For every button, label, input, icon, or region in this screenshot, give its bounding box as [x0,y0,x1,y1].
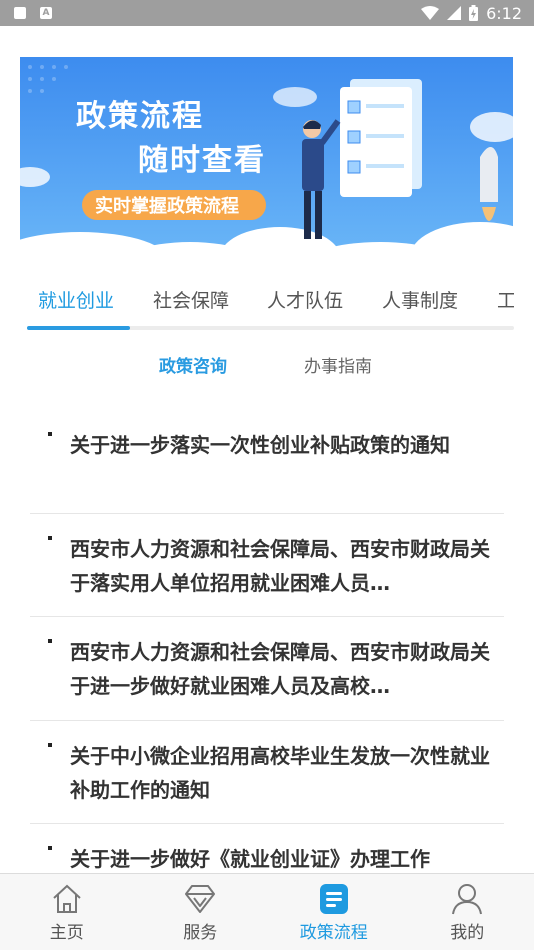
subtab-policy-consult[interactable]: 政策咨询 [159,352,227,377]
tab-social-security[interactable]: 社会保障 [153,286,229,313]
bullet-icon [48,535,52,540]
list-item-title: 关于进一步做好《就业创业证》办理工作 [70,847,430,871]
bullet-icon [48,846,52,850]
subtab-service-guide[interactable]: 办事指南 [304,352,372,377]
list-item-title: 关于中小微企业招用高校毕业生发放一次性就业补助工作的通知 [70,743,490,802]
banner-tag: 实时掌握政策流程 [95,196,239,217]
nav-home-label: 主页 [49,923,84,943]
bottom-navigation: 主页 服务 政策流程 我的 [0,873,534,950]
status-time: 6:12 [486,3,522,23]
nav-policy-process-label: 政策流程 [299,923,368,943]
message-notification-icon [14,7,26,19]
list-item[interactable]: 西安市人力资源和社会保障局、西安市财政局关于落实用人单位招用就业困难人员… [30,514,504,617]
policy-list: 关于进一步落实一次性创业补贴政策的通知 西安市人力资源和社会保障局、西安市财政局… [30,410,504,928]
document-icon [319,884,348,914]
wifi-icon [421,6,440,20]
user-icon [452,884,483,915]
tab-talent[interactable]: 人才队伍 [267,286,343,313]
status-bar: A 6:12 [0,0,534,26]
sub-tabs: 政策咨询 办事指南 [0,352,534,378]
app-notification-icon: A [40,7,52,19]
home-icon [53,884,81,913]
bullet-icon [48,639,52,643]
list-item-title: 关于进一步落实一次性创业补贴政策的通知 [70,433,450,457]
tab-personnel-system[interactable]: 人事制度 [382,286,458,313]
banner-title-line2: 随时查看 [138,143,266,178]
nav-home[interactable]: 主页 [0,874,134,950]
signal-icon [447,6,462,20]
bullet-icon [48,742,52,747]
tab-next-partial[interactable]: 工 [497,286,514,313]
nav-profile[interactable]: 我的 [401,874,534,950]
nav-policy-process[interactable]: 政策流程 [267,874,401,950]
list-item-title: 西安市人力资源和社会保障局、西安市财政局关于落实用人单位招用就业困难人员… [70,536,490,595]
battery-charging-icon [469,5,479,21]
category-tabs: 就业创业 社会保障 人才队伍 人事制度 工 [20,280,514,332]
bullet-icon [48,432,52,436]
tab-active-indicator [27,326,130,330]
nav-services[interactable]: 服务 [134,874,268,950]
nav-services-label: 服务 [183,923,218,943]
list-item[interactable]: 关于中小微企业招用高校毕业生发放一次性就业补助工作的通知 [30,721,504,824]
nav-profile-label: 我的 [450,923,485,943]
tab-employment[interactable]: 就业创业 [38,286,114,313]
list-item-title: 西安市人力资源和社会保障局、西安市财政局关于进一步做好就业困难人员及高校… [70,640,490,698]
diamond-icon [185,885,216,913]
policy-banner[interactable]: 政策流程 随时查看 实时掌握政策流程 [20,57,513,271]
list-item[interactable]: 西安市人力资源和社会保障局、西安市财政局关于进一步做好就业困难人员及高校… [30,617,504,721]
banner-title-line1: 政策流程 [76,99,204,134]
list-item[interactable]: 关于进一步落实一次性创业补贴政策的通知 [30,410,504,514]
